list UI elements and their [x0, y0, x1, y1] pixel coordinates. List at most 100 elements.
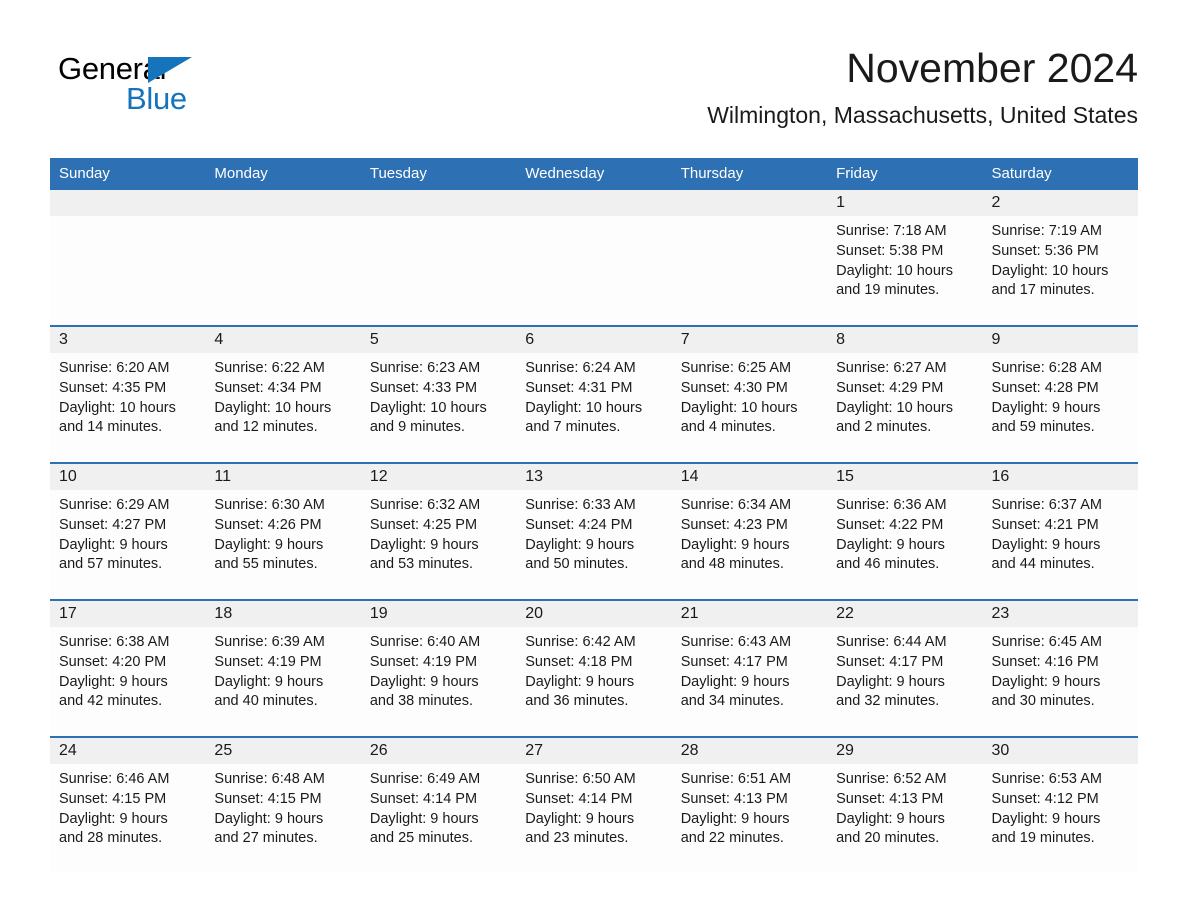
- calendar-day-cell[interactable]: 19 Sunrise: 6:40 AM Sunset: 4:19 PM Dayligh…: [360, 599, 517, 737]
- day-cell-details: Sunrise: 6:45 AM Sunset: 4:16 PM Daylight:…: [983, 627, 1138, 712]
- day-number-band: 17: [50, 601, 206, 627]
- calendar-day-cell[interactable]: 23 Sunrise: 6:45 AM Sunset: 4:16 PM Dayligh…: [982, 599, 1138, 737]
- calendar-day-cell[interactable]: 1 Sunrise: 7:18 AM Sunset: 5:38 PM Daylight…: [827, 190, 983, 326]
- day-cell-details: Sunrise: 6:36 AM Sunset: 4:22 PM Daylight:…: [827, 490, 982, 575]
- daylight-text-line1: Daylight: 9 hours: [525, 673, 635, 690]
- calendar-day-cell[interactable]: 3 Sunrise: 6:20 AM Sunset: 4:35 PM Daylight…: [50, 325, 206, 463]
- daylight-text-line1: Daylight: 9 hours: [680, 673, 790, 690]
- day-cell-inner: 8 Sunrise: 6:27 AM Sunset: 4:29 PM Daylight…: [827, 327, 983, 462]
- calendar-day-cell[interactable]: 13 Sunrise: 6:33 AM Sunset: 4:24 PM Dayligh…: [516, 462, 672, 600]
- daylight-text-line1: Daylight: 9 hours: [680, 810, 790, 827]
- daylight-text-line2: and 25 minutes.: [369, 830, 474, 847]
- daylight-text-line2: and 32 minutes.: [836, 693, 940, 710]
- location-subtitle: Wilmington, Massachusetts, United States: [707, 102, 1138, 128]
- calendar-day-cell[interactable]: 2 Sunrise: 7:19 AM Sunset: 5:36 PM Daylight…: [982, 190, 1138, 326]
- calendar-day-cell[interactable]: 5 Sunrise: 6:23 AM Sunset: 4:33 PM Daylight…: [360, 325, 517, 463]
- brand-name-blue: Blue: [126, 81, 187, 116]
- sunset-text: Sunset: 5:38 PM: [836, 242, 944, 259]
- calendar-day-cell[interactable]: 10 Sunrise: 6:29 AM Sunset: 4:27 PM Dayligh…: [50, 462, 206, 600]
- daylight-text-line1: Daylight: 9 hours: [991, 536, 1101, 553]
- calendar-day-cell[interactable]: 28 Sunrise: 6:51 AM Sunset: 4:13 PM Dayligh…: [671, 736, 828, 873]
- calendar-day-cell[interactable]: 9 Sunrise: 6:28 AM Sunset: 4:28 PM Daylight…: [982, 325, 1138, 463]
- daylight-text-line1: Daylight: 9 hours: [214, 673, 324, 690]
- day-cell-inner: 27 Sunrise: 6:50 AM Sunset: 4:14 PM Dayligh…: [516, 738, 672, 873]
- sunset-text: Sunset: 4:27 PM: [59, 516, 167, 533]
- day-number-band: [671, 190, 828, 216]
- sunrise-text: Sunrise: 6:52 AM: [836, 771, 947, 787]
- sunset-text: Sunset: 4:13 PM: [680, 790, 788, 807]
- daylight-text-line1: Daylight: 10 hours: [59, 399, 176, 416]
- day-number-band: 11: [205, 464, 361, 490]
- day-cell-inner: [516, 190, 672, 325]
- calendar-day-cell[interactable]: 26 Sunrise: 6:49 AM Sunset: 4:14 PM Dayligh…: [360, 736, 517, 873]
- day-cell-inner: [205, 190, 361, 325]
- calendar-day-cell[interactable]: 30 Sunrise: 6:53 AM Sunset: 4:12 PM Dayligh…: [982, 736, 1138, 873]
- calendar-day-cell[interactable]: 16 Sunrise: 6:37 AM Sunset: 4:21 PM Dayligh…: [982, 462, 1138, 600]
- calendar-day-cell[interactable]: 4 Sunrise: 6:22 AM Sunset: 4:34 PM Daylight…: [205, 325, 361, 463]
- calendar-day-cell[interactable]: 18 Sunrise: 6:39 AM Sunset: 4:19 PM Dayligh…: [205, 599, 361, 737]
- day-cell-details: Sunrise: 6:43 AM Sunset: 4:17 PM Daylight:…: [672, 627, 827, 712]
- day-cell-inner: 21 Sunrise: 6:43 AM Sunset: 4:17 PM Dayligh…: [671, 601, 828, 736]
- sunset-text: Sunset: 4:13 PM: [836, 790, 944, 807]
- weekday-header-friday: Friday: [827, 158, 983, 190]
- sunset-text: Sunset: 4:25 PM: [369, 516, 478, 533]
- calendar-day-cell[interactable]: 22 Sunrise: 6:44 AM Sunset: 4:17 PM Dayligh…: [827, 599, 983, 737]
- weekday-header-monday: Monday: [205, 158, 361, 190]
- calendar-day-cell[interactable]: 7 Sunrise: 6:25 AM Sunset: 4:30 PM Daylight…: [671, 325, 828, 463]
- daylight-text-line1: Daylight: 9 hours: [991, 810, 1101, 827]
- day-cell-details: Sunrise: 6:34 AM Sunset: 4:23 PM Daylight:…: [672, 490, 827, 575]
- day-cell-inner: 10 Sunrise: 6:29 AM Sunset: 4:27 PM Dayligh…: [50, 464, 206, 599]
- day-number-band: 26: [360, 738, 517, 764]
- day-cell-inner: 4 Sunrise: 6:22 AM Sunset: 4:34 PM Daylight…: [205, 327, 361, 462]
- calendar-day-cell[interactable]: 25 Sunrise: 6:48 AM Sunset: 4:15 PM Dayligh…: [205, 736, 361, 873]
- sunrise-text: Sunrise: 6:20 AM: [59, 360, 170, 376]
- sunrise-text: Sunrise: 6:42 AM: [525, 634, 636, 650]
- calendar-day-cell[interactable]: 12 Sunrise: 6:32 AM Sunset: 4:25 PM Dayligh…: [360, 462, 517, 600]
- day-cell-details: Sunrise: 6:39 AM Sunset: 4:19 PM Daylight:…: [205, 627, 360, 712]
- daylight-text-line1: Daylight: 9 hours: [991, 399, 1101, 416]
- sunrise-text: Sunrise: 6:34 AM: [680, 497, 792, 513]
- calendar-day-cell[interactable]: 21 Sunrise: 6:43 AM Sunset: 4:17 PM Dayligh…: [671, 599, 828, 737]
- day-cell-inner: 26 Sunrise: 6:49 AM Sunset: 4:14 PM Dayligh…: [360, 738, 517, 873]
- title-block: November 2024 Wilmington, Massachusetts,…: [707, 44, 1138, 129]
- daylight-text-line1: Daylight: 9 hours: [59, 810, 168, 827]
- sunset-text: Sunset: 4:19 PM: [214, 653, 322, 670]
- daylight-text-line2: and 48 minutes.: [680, 556, 784, 573]
- daylight-text-line2: and 40 minutes.: [214, 693, 318, 710]
- calendar-day-cell[interactable]: 14 Sunrise: 6:34 AM Sunset: 4:23 PM Dayligh…: [671, 462, 828, 600]
- daylight-text-line2: and 14 minutes.: [59, 419, 163, 436]
- sunrise-text: Sunrise: 6:53 AM: [991, 771, 1102, 787]
- day-number-band: [50, 190, 206, 216]
- sunset-text: Sunset: 4:22 PM: [836, 516, 944, 533]
- calendar-day-cell[interactable]: 6 Sunrise: 6:24 AM Sunset: 4:31 PM Daylight…: [516, 325, 672, 463]
- daylight-text-line1: Daylight: 9 hours: [836, 673, 945, 690]
- calendar-day-cell[interactable]: 17 Sunrise: 6:38 AM Sunset: 4:20 PM Dayligh…: [50, 599, 206, 737]
- daylight-text-line1: Daylight: 9 hours: [525, 536, 635, 553]
- day-number-band: [516, 190, 672, 216]
- day-cell-inner: 12 Sunrise: 6:32 AM Sunset: 4:25 PM Dayligh…: [360, 464, 517, 599]
- day-number: 23: [991, 605, 1010, 622]
- calendar-day-cell[interactable]: 8 Sunrise: 6:27 AM Sunset: 4:29 PM Daylight…: [827, 325, 983, 463]
- page-title: November 2024: [846, 45, 1138, 91]
- daylight-text-line1: Daylight: 10 hours: [369, 399, 487, 416]
- calendar-day-cell[interactable]: 29 Sunrise: 6:52 AM Sunset: 4:13 PM Dayligh…: [827, 736, 983, 873]
- daylight-text-line1: Daylight: 10 hours: [836, 399, 953, 416]
- day-number-band: 15: [827, 464, 983, 490]
- calendar-day-cell[interactable]: 15 Sunrise: 6:36 AM Sunset: 4:22 PM Dayligh…: [827, 462, 983, 600]
- day-cell-details: Sunrise: 6:28 AM Sunset: 4:28 PM Daylight:…: [983, 353, 1138, 438]
- sunrise-text: Sunrise: 6:22 AM: [214, 360, 325, 376]
- day-number-band: 7: [671, 327, 828, 353]
- day-number: 12: [369, 468, 388, 485]
- sunrise-text: Sunrise: 6:32 AM: [369, 497, 481, 513]
- day-number-band: 25: [205, 738, 361, 764]
- calendar-day-cell[interactable]: 11 Sunrise: 6:30 AM Sunset: 4:26 PM Dayligh…: [205, 462, 361, 600]
- day-number-band: 8: [827, 327, 983, 353]
- calendar-day-cell[interactable]: 24 Sunrise: 6:46 AM Sunset: 4:15 PM Dayligh…: [50, 736, 206, 873]
- calendar-day-cell-empty: [205, 190, 361, 326]
- daylight-text-line2: and 20 minutes.: [836, 830, 940, 847]
- calendar-day-cell[interactable]: 20 Sunrise: 6:42 AM Sunset: 4:18 PM Dayligh…: [516, 599, 672, 737]
- general-blue-logo[interactable]: General Blue: [58, 52, 258, 116]
- day-number: 17: [59, 605, 77, 622]
- calendar-day-cell-empty: [50, 190, 206, 326]
- calendar-day-cell[interactable]: 27 Sunrise: 6:50 AM Sunset: 4:14 PM Dayligh…: [516, 736, 672, 873]
